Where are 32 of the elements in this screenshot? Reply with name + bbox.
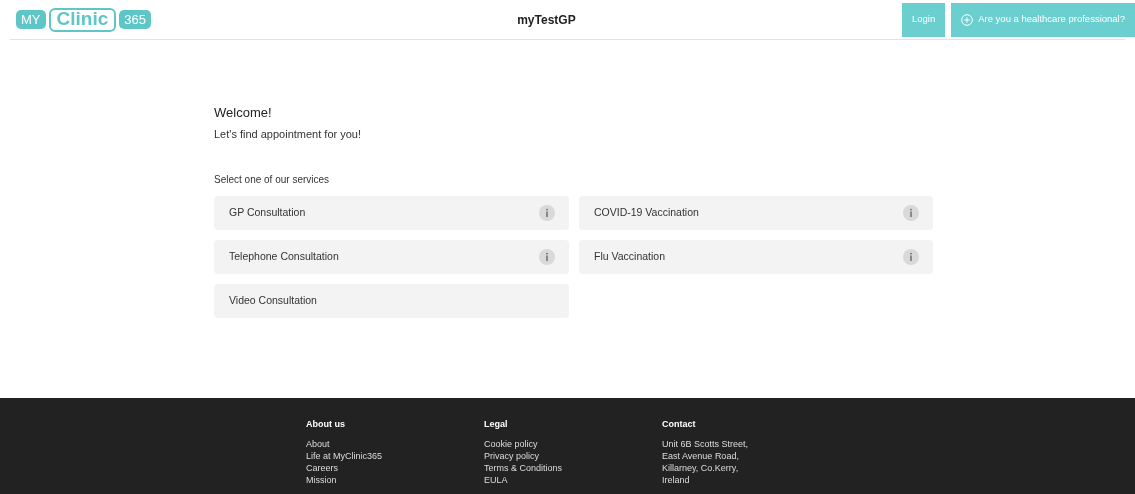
footer-link[interactable]: Cookie policy — [484, 438, 662, 450]
footer-link[interactable]: Mission — [306, 474, 484, 486]
address-line: Ireland — [662, 474, 691, 486]
service-option[interactable]: Telephone Consultation — [214, 239, 569, 274]
footer-link[interactable]: EULA — [484, 474, 662, 486]
footer-heading: About us — [306, 418, 346, 430]
welcome-heading: Welcome! — [214, 104, 273, 121]
logo: 365 — [119, 10, 151, 29]
logo: MY — [16, 10, 46, 29]
logo: Clinic — [48, 7, 117, 32]
footer-heading: Contact — [662, 418, 697, 430]
info-icon[interactable] — [539, 248, 555, 265]
footer-link[interactable]: Terms & Conditions — [484, 462, 662, 474]
welcome-subheading: Let's find appointment for you! — [214, 127, 363, 142]
service-option[interactable]: COVID-19 Vaccination — [579, 195, 933, 230]
service-option[interactable]: Video Consultation — [214, 283, 569, 318]
address-line: Unit 6B Scotts Street, — [662, 438, 750, 450]
footer-link[interactable]: Life at MyClinic365 — [306, 450, 484, 462]
address-line: Killarney, Co.Kerry, — [662, 462, 740, 474]
footer-link[interactable]: Privacy policy — [484, 450, 662, 462]
service-option[interactable]: GP Consultation — [214, 195, 569, 230]
info-icon[interactable] — [903, 248, 919, 265]
footer-link[interactable]: About — [306, 438, 484, 450]
plus-circle-icon — [961, 13, 974, 26]
service-option[interactable]: Flu Vaccination — [579, 239, 933, 274]
footer-heading: Legal — [484, 418, 509, 430]
services-label: Select one of our services — [214, 172, 331, 187]
address-line: East Avenue Road, — [662, 450, 740, 462]
info-icon[interactable] — [903, 204, 919, 221]
footer-link[interactable]: Careers — [306, 462, 484, 474]
clinic-title: myTestGP — [517, 11, 576, 29]
info-icon[interactable] — [539, 204, 555, 221]
